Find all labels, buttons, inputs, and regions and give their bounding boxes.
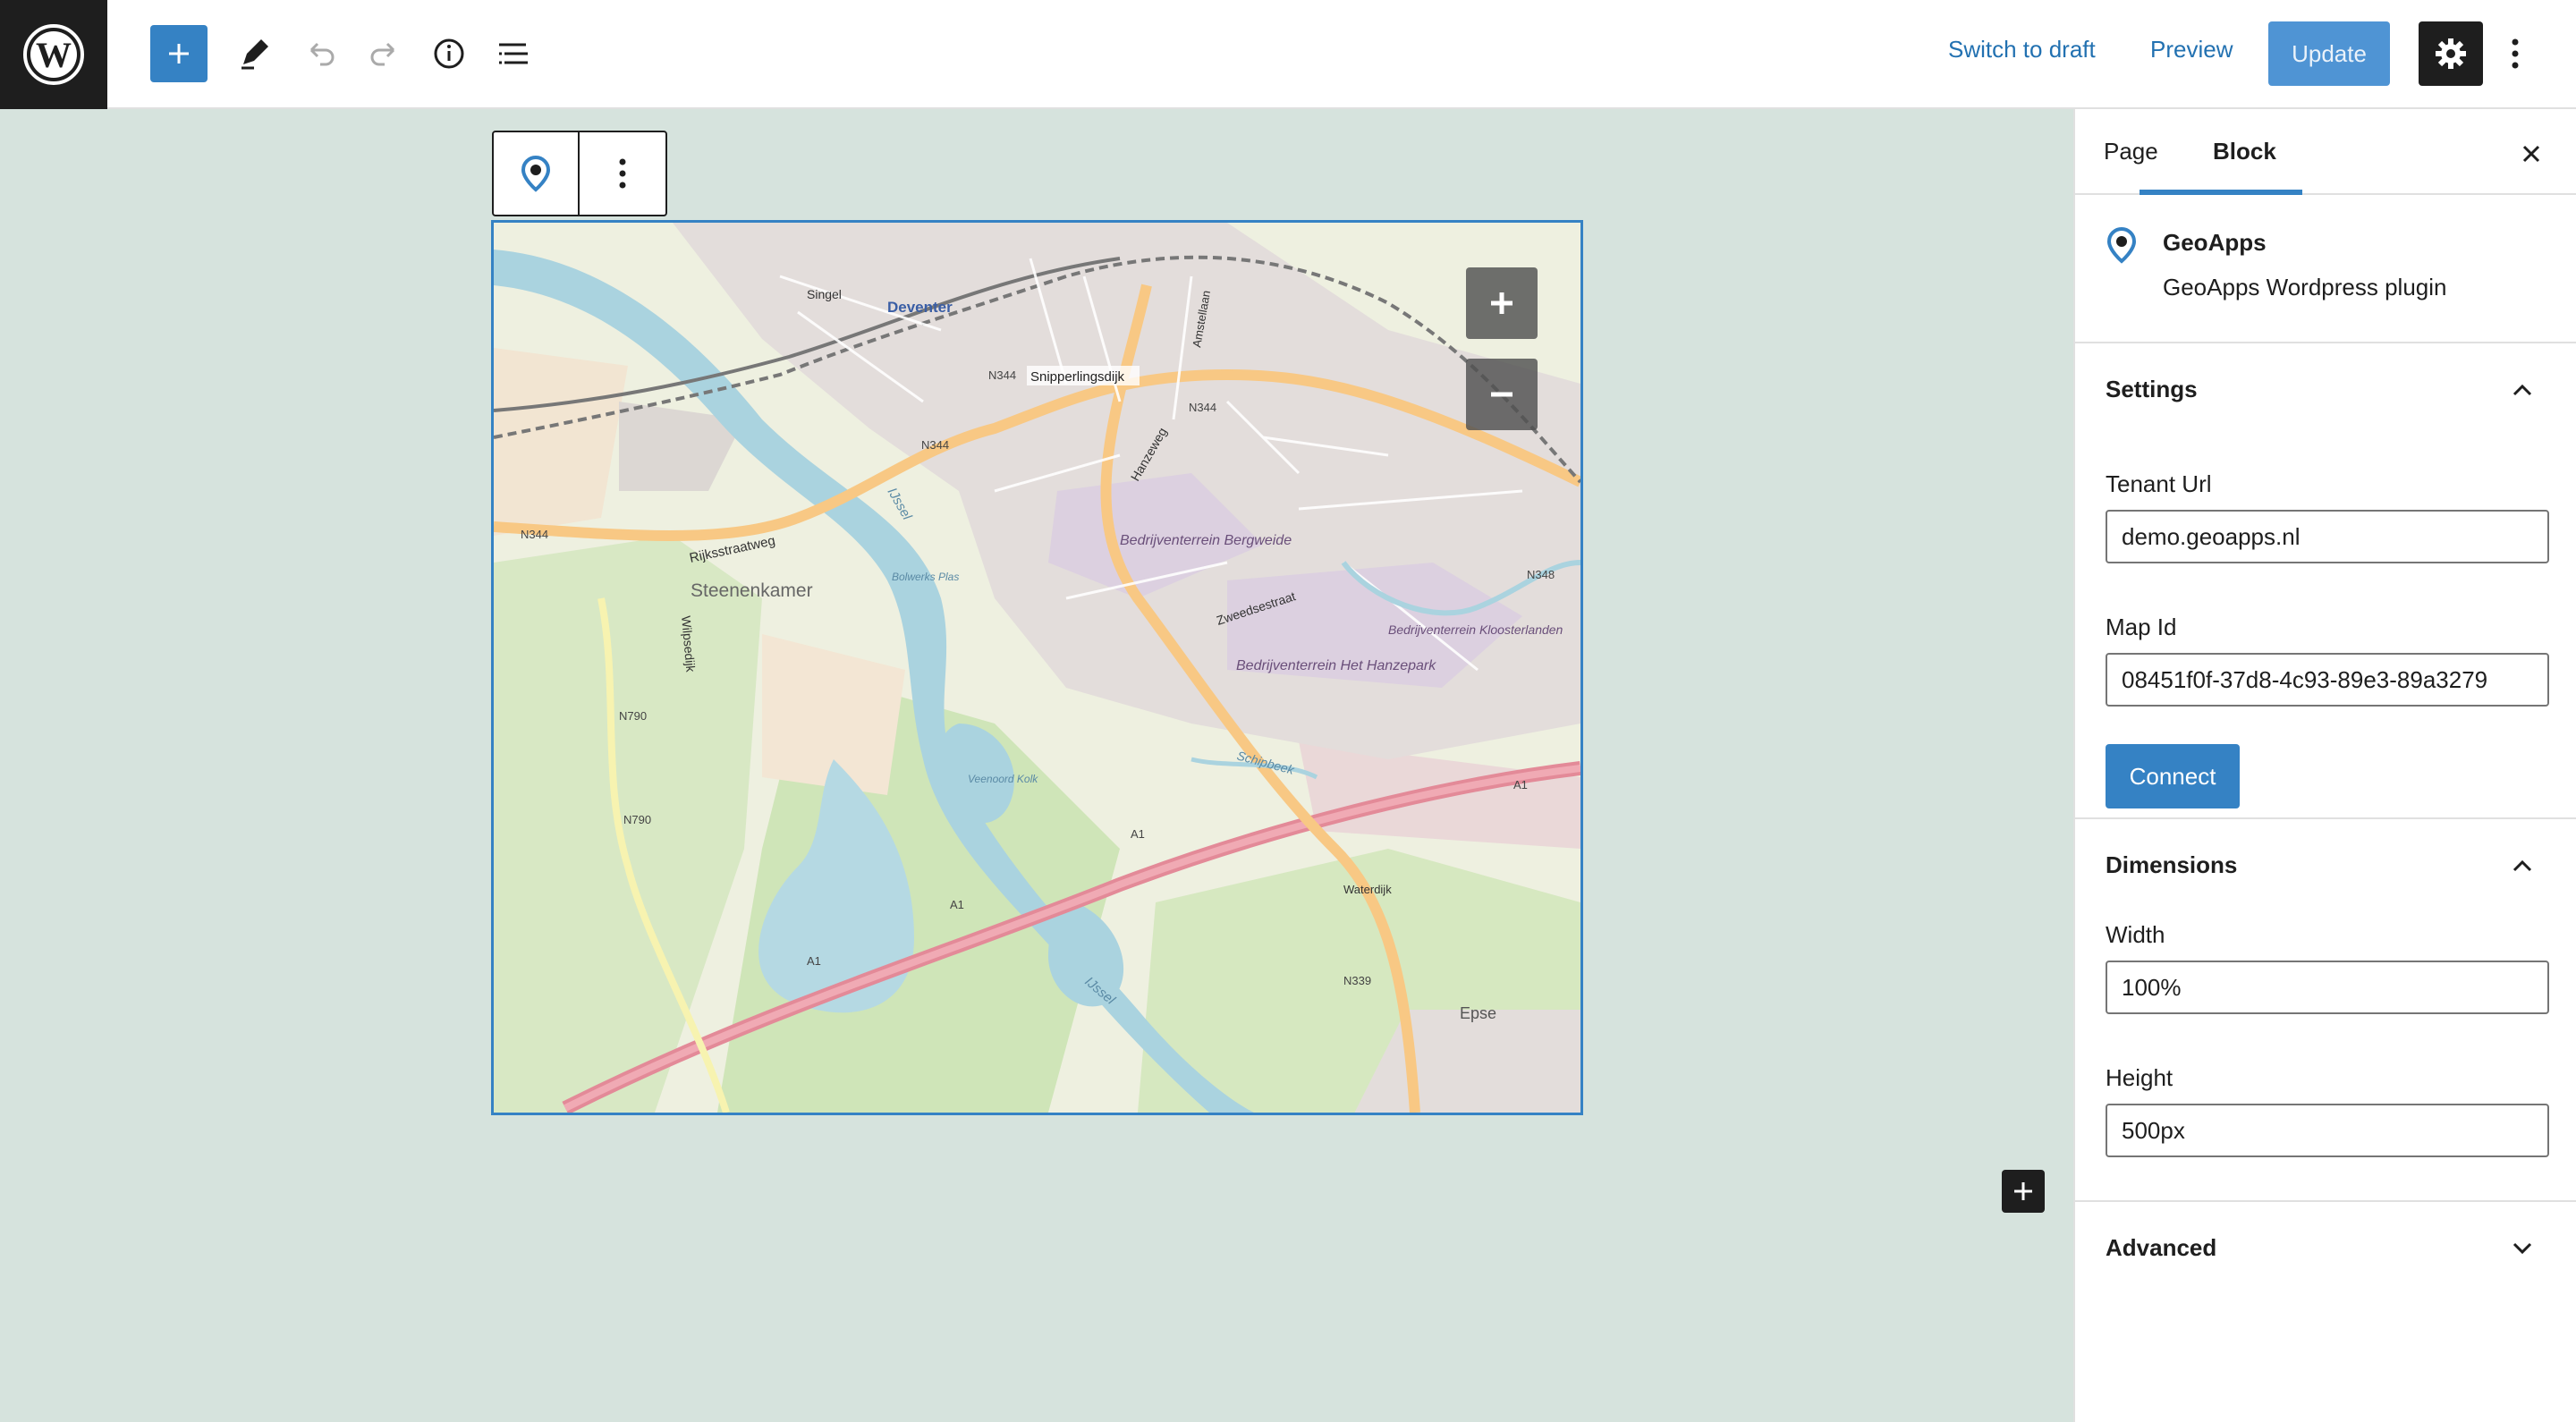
map-label-n344-b: N344: [1189, 401, 1216, 414]
map-label-a1-c: A1: [950, 898, 964, 911]
map-label-a1-a: A1: [1513, 778, 1528, 791]
details-button[interactable]: [420, 25, 478, 82]
dimensions-panel-title: Dimensions: [2106, 851, 2238, 878]
map-label-n344-a: N344: [988, 368, 1016, 382]
block-options-button[interactable]: [580, 132, 665, 215]
map-zoom-in-button[interactable]: [1466, 267, 1538, 339]
map-label-rijksstraatweg: Rijksstraatweg: [688, 533, 776, 566]
map-label-hanzeweg: Hanzeweg: [1128, 425, 1170, 483]
editor-header: W Switch to draft Preview Update: [0, 0, 2576, 109]
map-label-waterdijk: Waterdijk: [1343, 883, 1392, 896]
chevron-down-icon: [2508, 1234, 2537, 1263]
close-icon: [2522, 145, 2540, 163]
connect-button[interactable]: Connect: [2106, 744, 2240, 808]
add-block-button[interactable]: [150, 25, 208, 82]
map-label-singel: Singel: [807, 287, 842, 301]
close-sidebar-button[interactable]: [2512, 134, 2551, 174]
map-label-wilpsedijk: Wilpsedijk: [679, 615, 699, 673]
redo-icon: [370, 42, 395, 66]
block-inserter-button[interactable]: [2002, 1170, 2045, 1213]
info-icon: [434, 38, 464, 69]
map-label-n344-d: N344: [521, 528, 548, 541]
settings-panel-toggle[interactable]: Settings: [2075, 343, 2576, 436]
chevron-up-icon: [2508, 851, 2537, 880]
map-label-bolwerksplas: Bolwerks Plas: [892, 571, 959, 583]
tab-block[interactable]: Block: [2213, 138, 2276, 165]
map-id-input[interactable]: [2106, 653, 2549, 707]
map-label-ijssel-a: IJssel: [885, 486, 915, 523]
block-name: GeoApps: [2163, 229, 2267, 256]
height-label: Height: [2106, 1064, 2174, 1091]
plus-icon: [169, 44, 189, 63]
map-label-deventer: Deventer: [887, 299, 953, 316]
settings-sidebar: Page Block GeoApps GeoApps Wordpress plu…: [2073, 109, 2576, 1422]
plus-icon: [2014, 1182, 2032, 1200]
map-label-a1-d: A1: [807, 954, 821, 968]
map-label-n339: N339: [1343, 974, 1371, 987]
map-label-n348: N348: [1527, 568, 1555, 581]
height-input[interactable]: [2106, 1104, 2549, 1157]
map-label-a1-b: A1: [1131, 827, 1145, 841]
settings-panel: Settings Tenant Url Map Id Connect: [2075, 343, 2576, 819]
advanced-panel: Advanced: [2075, 1202, 2576, 1291]
map-label-veenoord: Veenoord Kolk: [968, 773, 1038, 785]
tools-button[interactable]: [225, 25, 283, 82]
map-label-bergweide: Bedrijventerrein Bergweide: [1120, 533, 1292, 548]
map-label-kloosterlanden: Bedrijventerrein Kloosterlanden: [1388, 622, 1563, 637]
map-label-n790-a: N790: [619, 709, 647, 723]
chevron-up-icon: [2508, 376, 2537, 404]
gear-icon: [2436, 38, 2466, 69]
settings-panel-title: Settings: [2106, 376, 2198, 402]
map-id-label: Map Id: [2106, 614, 2177, 640]
map-label-schipbeek: Schipbeek: [1235, 748, 1296, 777]
block-card: GeoApps GeoApps Wordpress plugin: [2075, 195, 2576, 343]
map-label-ijssel-b: IJssel: [1081, 974, 1118, 1008]
width-input[interactable]: [2106, 961, 2549, 1014]
dimensions-panel: Dimensions Width Height: [2075, 819, 2576, 1202]
preview-link[interactable]: Preview: [2150, 36, 2233, 63]
tab-page[interactable]: Page: [2104, 138, 2158, 165]
tenant-url-label: Tenant Url: [2106, 470, 2212, 497]
map-label-snipperlingsdijk: Snipperlingsdijk: [1030, 369, 1125, 385]
advanced-panel-toggle[interactable]: Advanced: [2075, 1202, 2576, 1295]
list-view-button[interactable]: [485, 25, 542, 82]
map-label-steenenkamer: Steenenkamer: [691, 580, 813, 601]
svg-text:W: W: [36, 35, 72, 75]
map-zoom-out-button[interactable]: [1466, 359, 1538, 430]
more-vertical-icon: [2512, 38, 2519, 69]
map-pin-icon: [2102, 225, 2141, 273]
block-toolbar: [492, 131, 667, 216]
block-description: GeoApps Wordpress plugin: [2163, 274, 2447, 300]
geoapps-map[interactable]: Deventer Singel Snipperlingsdijk N344 N3…: [491, 220, 1583, 1115]
switch-to-draft-link[interactable]: Switch to draft: [1948, 36, 2096, 63]
undo-button[interactable]: [292, 25, 349, 82]
redo-button[interactable]: [356, 25, 413, 82]
width-label: Width: [2106, 921, 2165, 948]
advanced-panel-title: Advanced: [2106, 1234, 2217, 1261]
map-pin-icon: [521, 155, 551, 192]
list-view-icon: [499, 43, 528, 64]
options-button[interactable]: [2501, 32, 2529, 75]
update-button[interactable]: Update: [2268, 21, 2390, 86]
map-label-epse: Epse: [1460, 1004, 1496, 1022]
block-type-button[interactable]: [494, 132, 580, 215]
sidebar-tabs: Page Block: [2075, 109, 2576, 195]
map-label-n790-b: N790: [623, 813, 651, 826]
map-label-zweedsestraat: Zweedsestraat: [1215, 588, 1297, 628]
plus-icon: [1491, 292, 1513, 314]
pencil-icon: [242, 39, 268, 70]
map-label-hanzepark: Bedrijventerrein Het Hanzepark: [1236, 658, 1436, 673]
tenant-url-input[interactable]: [2106, 510, 2549, 563]
undo-icon: [309, 42, 335, 66]
minus-icon: [1491, 392, 1513, 397]
settings-button[interactable]: [2419, 21, 2483, 86]
map-labels: Deventer Singel Snipperlingsdijk N344 N3…: [521, 287, 1563, 1022]
more-vertical-icon: [619, 158, 626, 189]
dimensions-panel-toggle[interactable]: Dimensions: [2075, 819, 2576, 912]
wordpress-logo-icon[interactable]: W: [0, 0, 107, 109]
map-label-n344-c: N344: [921, 438, 949, 452]
map-label-amstellaan: Amstellaan: [1190, 290, 1213, 349]
